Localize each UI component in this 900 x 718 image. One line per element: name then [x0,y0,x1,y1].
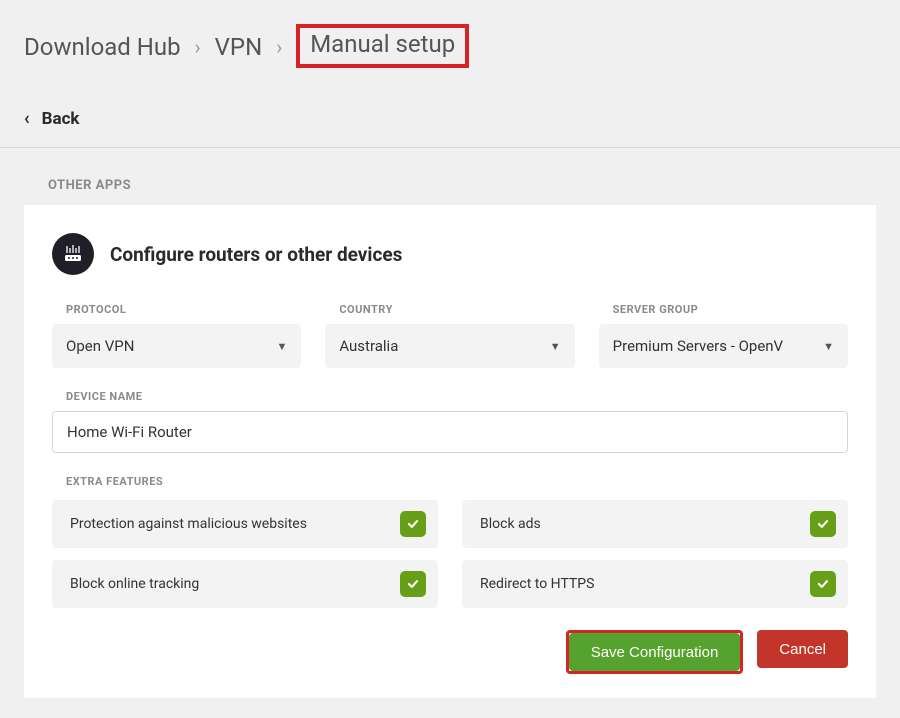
back-button[interactable]: ‹ Back [0,88,900,148]
caret-down-icon: ▼ [823,340,834,353]
card-title: Configure routers or other devices [110,243,402,266]
feature-label: Block online tracking [70,576,199,592]
caret-down-icon: ▼ [550,340,561,353]
device-name-label: DEVICE NAME [66,390,848,403]
back-label: Back [42,109,80,129]
breadcrumb-separator: › [276,35,282,59]
caret-down-icon: ▼ [276,340,287,353]
country-label: COUNTRY [339,303,574,316]
feature-label: Redirect to HTTPS [480,576,594,592]
check-icon [816,577,830,591]
device-name-input[interactable] [52,411,848,453]
feature-checkbox[interactable] [400,511,426,537]
feature-label: Protection against malicious websites [70,516,307,532]
feature-malicious-protection: Protection against malicious websites [52,500,438,548]
section-label: OTHER APPS [0,178,900,205]
country-select[interactable]: Australia ▼ [325,324,574,368]
breadcrumb-separator: › [195,35,201,59]
feature-checkbox[interactable] [810,571,836,597]
breadcrumb: Download Hub › VPN › Manual setup [0,0,900,88]
feature-label: Block ads [480,516,541,532]
chevron-left-icon: ‹ [24,108,30,129]
save-configuration-button[interactable]: Save Configuration [569,633,741,671]
server-group-label: SERVER GROUP [613,303,848,316]
protocol-select[interactable]: Open VPN ▼ [52,324,301,368]
protocol-label: PROTOCOL [66,303,301,316]
breadcrumb-item-download-hub[interactable]: Download Hub [24,33,181,61]
check-icon [816,517,830,531]
config-card: Configure routers or other devices PROTO… [24,205,876,698]
cancel-button[interactable]: Cancel [757,630,848,668]
breadcrumb-item-manual-setup[interactable]: Manual setup [296,24,469,68]
server-group-select[interactable]: Premium Servers - OpenV ▼ [599,324,848,368]
card-header: Configure routers or other devices [52,233,848,275]
server-group-value: Premium Servers - OpenV [613,337,783,355]
country-value: Australia [339,337,398,355]
feature-redirect-https: Redirect to HTTPS [462,560,848,608]
feature-block-ads: Block ads [462,500,848,548]
breadcrumb-item-vpn[interactable]: VPN [215,33,263,61]
check-icon [406,517,420,531]
protocol-value: Open VPN [66,337,134,355]
extra-features-label: EXTRA FEATURES [66,475,848,488]
feature-checkbox[interactable] [400,571,426,597]
check-icon [406,577,420,591]
router-icon [52,233,94,275]
feature-block-tracking: Block online tracking [52,560,438,608]
feature-checkbox[interactable] [810,511,836,537]
